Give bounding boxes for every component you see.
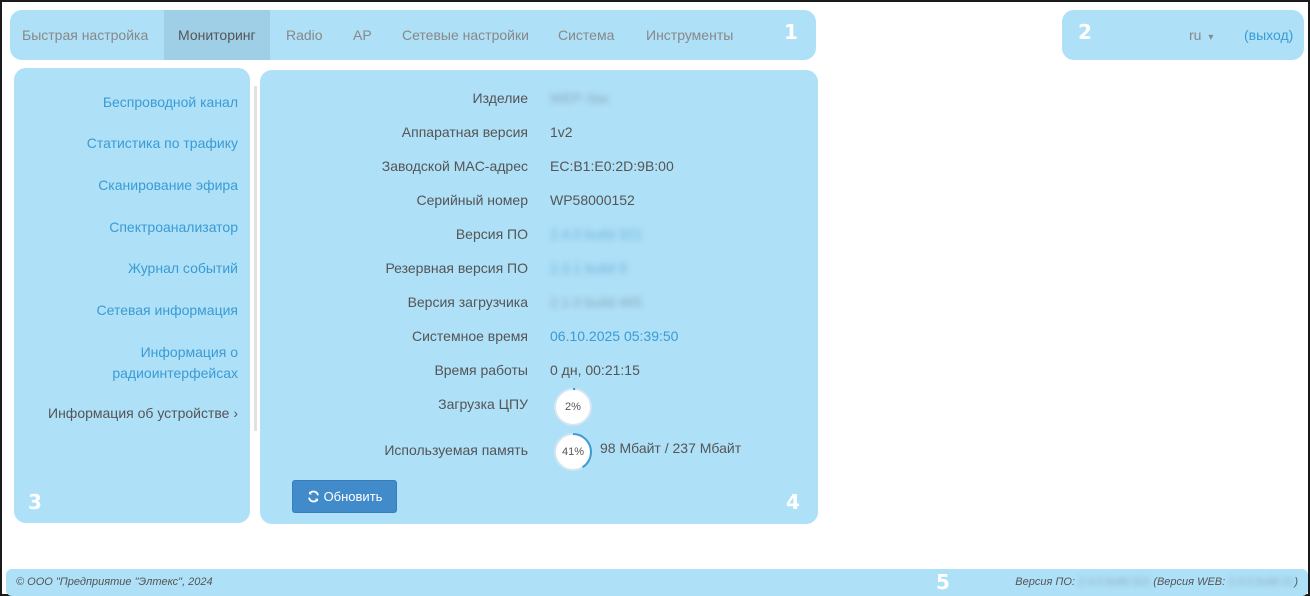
- region-label-3: 3: [28, 490, 42, 514]
- label-uptime: Время работы: [434, 362, 528, 378]
- nav-radio[interactable]: Radio: [286, 10, 323, 60]
- footer-web-label: (Версия WEB:: [1153, 576, 1226, 588]
- sidebar: Беспроводной канал Статистика по трафику…: [14, 68, 250, 523]
- nav-quick-setup[interactable]: Быстрая настройка: [22, 10, 148, 60]
- value-uptime: 0 дн, 00:21:15: [550, 362, 640, 378]
- footer-fw-value: 2.4.0 build 321: [1078, 576, 1151, 588]
- refresh-button-label: Обновить: [323, 489, 383, 504]
- footer-web-value: 2.4.0 build 21: [1228, 576, 1295, 588]
- memory-usage-gauge: 41%: [554, 433, 592, 471]
- region-label-2: 2: [1078, 20, 1092, 44]
- label-bootloader-version: Версия загрузчика: [407, 294, 528, 310]
- value-backup-fw-version[interactable]: 2.3.1 build 9: [550, 260, 626, 276]
- label-fw-version: Версия ПО: [455, 226, 528, 242]
- language-value: ru: [1189, 27, 1202, 43]
- sidebar-item-device-info[interactable]: Информация об устройстве ›: [48, 403, 238, 424]
- nav-network-settings[interactable]: Сетевые настройки: [402, 10, 529, 60]
- logout-link[interactable]: (выход): [1244, 10, 1293, 60]
- nav-tools[interactable]: Инструменты: [646, 10, 733, 60]
- nav-monitoring[interactable]: Мониторинг: [164, 10, 270, 60]
- device-info-panel: Изделие WEP-3ax Аппаратная версия 1v2 За…: [260, 70, 818, 524]
- sidebar-item-radio-info[interactable]: Информация о радиоинтерфейсах: [98, 342, 238, 384]
- region-label-1: 1: [784, 20, 798, 44]
- footer-fw-label: Версия ПО:: [1015, 576, 1075, 588]
- chevron-down-icon: ▾: [1208, 32, 1214, 43]
- footer-web-close: ): [1294, 576, 1298, 588]
- value-fw-version[interactable]: 2.4.0 build 321: [550, 226, 642, 242]
- sidebar-item-spectrum-analyzer[interactable]: Спектроанализатор: [109, 217, 238, 238]
- sidebar-item-wireless-channel[interactable]: Беспроводной канал: [103, 92, 238, 113]
- cpu-load-gauge: 2%: [554, 388, 592, 426]
- sidebar-item-event-log[interactable]: Журнал событий: [128, 258, 238, 279]
- value-bootloader-version: 2.1.0 build 465: [550, 294, 642, 310]
- nav-ap[interactable]: AP: [353, 10, 372, 60]
- refresh-icon: [307, 490, 319, 503]
- label-serial-number: Серийный номер: [416, 192, 528, 208]
- top-right-bar: 2 ru ▾ (выход): [1062, 10, 1304, 60]
- footer-version-info: Версия ПО: 2.4.0 build 321 (Версия WEB: …: [1015, 569, 1298, 596]
- nav-system[interactable]: Система: [558, 10, 614, 60]
- label-system-time: Системное время: [411, 328, 528, 344]
- label-hw-version: Аппаратная версия: [401, 124, 528, 140]
- value-memory-usage: 98 Мбайт / 237 Мбайт: [600, 440, 742, 456]
- label-product: Изделие: [472, 90, 528, 106]
- top-navbar: Быстрая настройка Мониторинг Radio AP Се…: [10, 10, 816, 60]
- language-selector[interactable]: ru ▾: [1189, 10, 1213, 60]
- cpu-load-value: 2%: [565, 401, 581, 413]
- sidebar-scrollbar[interactable]: [254, 86, 257, 431]
- browser-frame: Быстрая настройка Мониторинг Radio AP Се…: [0, 0, 1310, 596]
- label-cpu-load: Загрузка ЦПУ: [438, 396, 528, 412]
- label-mac-address: Заводской MAC-адрес: [381, 158, 528, 174]
- value-hw-version: 1v2: [550, 124, 573, 140]
- label-memory-usage: Используемая память: [384, 442, 528, 458]
- value-serial-number: WP58000152: [550, 192, 635, 208]
- footer-copyright: © ООО "Предприятие "Элтекс", 2024: [16, 576, 213, 588]
- label-backup-fw-version: Резервная версия ПО: [385, 260, 528, 276]
- refresh-button[interactable]: Обновить: [292, 480, 397, 513]
- sidebar-item-traffic-stats[interactable]: Статистика по трафику: [87, 133, 238, 154]
- region-label-5: 5: [936, 570, 950, 594]
- sidebar-item-network-info[interactable]: Сетевая информация: [97, 300, 238, 321]
- value-mac-address: EC:B1:E0:2D:9B:00: [550, 158, 674, 174]
- sidebar-item-air-scan[interactable]: Сканирование эфира: [98, 175, 238, 196]
- region-label-4: 4: [786, 490, 800, 514]
- value-system-time[interactable]: 06.10.2025 05:39:50: [550, 328, 678, 344]
- footer: © ООО "Предприятие "Элтекс", 2024 5 Верс…: [6, 569, 1308, 596]
- value-product: WEP-3ax: [550, 90, 610, 106]
- memory-usage-percent: 41%: [561, 446, 585, 458]
